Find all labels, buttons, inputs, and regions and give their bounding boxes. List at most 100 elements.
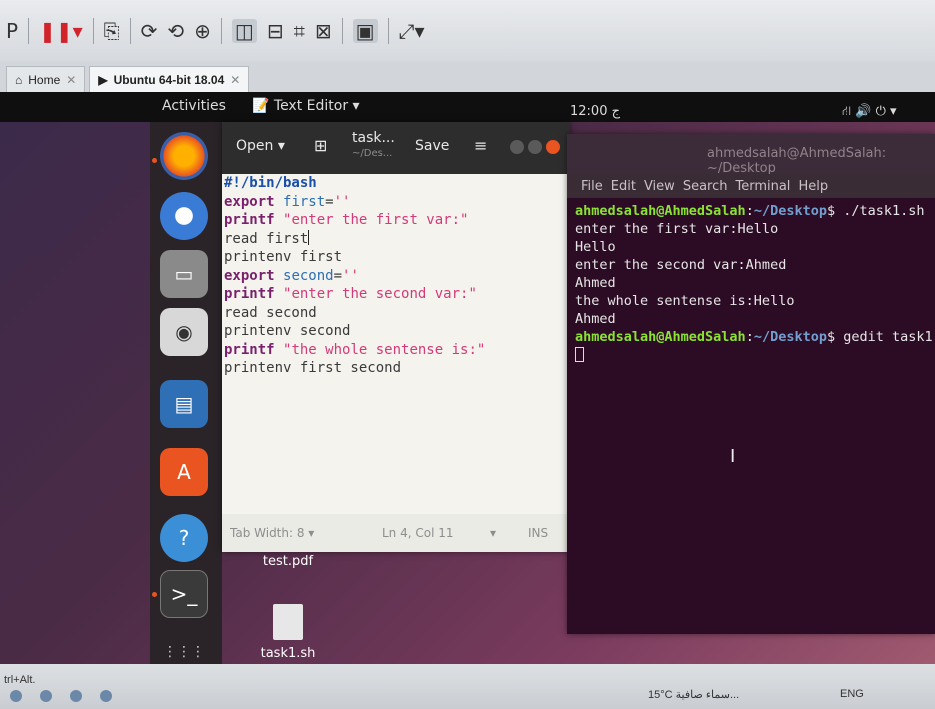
cursor-line [575,346,935,364]
tab-ubuntu-vm[interactable]: ▶ Ubuntu 64-bit 18.04 ✕ [89,66,250,92]
desktop-file-task1-sh[interactable]: task1.sh [243,604,333,661]
desktop-file-test-pdf[interactable]: test.pdf [243,554,333,569]
chevron-down-icon: ▾ [277,138,285,154]
prompt-user: ahmedsalah@AhmedSalah [575,203,746,219]
output-line: Ahmed [575,311,616,327]
minimize-icon[interactable] [510,140,524,154]
code-line: read first [224,229,310,247]
code-editor[interactable]: #!/bin/bash export first='' printf "enter … [222,174,570,514]
system-menu[interactable]: ⛙ 🔊 ⏻ ▾ [842,104,897,121]
file-label: task1.sh [260,646,316,661]
output-line: enter the second var:Ahmed [575,257,787,273]
console-view-icon[interactable]: ▣ [352,19,378,43]
tab-home-label: Home [28,72,61,87]
weather-widget[interactable]: 15°C سماء صافية... [648,688,739,701]
code-line-text: #!/bin/bash [224,175,317,191]
menu-search[interactable]: Search [683,179,728,194]
release-hint: trl+Alt. [4,674,36,686]
send-ctrl-alt-del-icon[interactable]: ⎘ [104,19,120,43]
close-icon[interactable]: ✕ [230,73,240,87]
guest-desktop: Activities 📝 Text Editor ▾ 12:00 ج ⛙ 🔊 ⏻… [0,92,935,664]
terminal-window: ahmedsalah@AhmedSalah: ~/Desktop File Ed… [567,134,935,634]
activities-button[interactable]: Activities [162,98,226,114]
prompt-path: ~/Desktop [753,203,827,219]
pause-icon[interactable]: ❚❚▾ [39,19,83,43]
insert-mode-indicator: INS [528,526,549,540]
open-button[interactable]: Open ▾ [236,138,285,154]
toolbar-divider [28,18,30,44]
home-icon: ⌂ [15,72,23,87]
code-line: #!/bin/bash [224,174,570,193]
vm-tab-strip: ⌂ Home ✕ ▶ Ubuntu 64-bit 18.04 ✕ [0,62,935,92]
stretch-guest-icon[interactable]: ⤢▾ [399,19,425,43]
hamburger-menu-icon[interactable]: ≡ [474,136,487,155]
prompt-path: ~/Desktop [753,329,827,345]
toolbar-divider [341,18,343,44]
running-indicator [152,592,157,597]
revert-snapshot-icon[interactable]: ⟲ [167,19,184,43]
menu-file[interactable]: File [581,179,603,194]
close-icon[interactable] [546,140,560,154]
new-document-icon[interactable]: ⊞ [314,136,327,155]
menu-terminal[interactable]: Terminal [735,179,790,194]
ubuntu-dock: ✉ ▭ ◉ ▤ A ? >_ ⋮⋮⋮ [150,122,222,664]
rhythmbox-icon[interactable]: ◉ [160,308,208,356]
cursor-position[interactable]: Ln 4, Col 11 [382,526,454,540]
close-icon[interactable]: ✕ [66,73,76,87]
language-indicator[interactable]: ENG [840,688,864,700]
text-editor-icon: 📝 [252,98,270,114]
script-file-icon [273,604,303,640]
snapshot-icon[interactable]: ⟳ [141,19,158,43]
document-title: task... [352,130,395,146]
player-menu-icon[interactable]: P [6,19,18,43]
full-screen-icon[interactable]: ⌗ [294,19,305,43]
save-button[interactable]: Save [415,138,449,154]
host-app-icon[interactable] [10,690,22,702]
menu-help[interactable]: Help [798,179,828,194]
maximize-icon[interactable] [528,140,542,154]
menu-view[interactable]: View [644,179,675,194]
volume-icon: 🔊 [855,104,872,119]
power-icon: ⏻ ▾ [875,104,897,119]
show-applications-icon[interactable]: ⋮⋮⋮ [160,628,208,664]
libreoffice-writer-icon[interactable]: ▤ [160,380,208,428]
gedit-headerbar: Open ▾ ⊞ task... ~/Des... Save ≡ [222,122,570,174]
host-app-icon[interactable] [70,690,82,702]
text-caret [308,229,310,245]
gedit-statusbar: Tab Width: 8 ▾ Ln 4, Col 11 ▾ INS [222,514,570,552]
prompt-line: ahmedsalah@AhmedSalah:~/Desktop$ gedit t… [575,328,935,346]
files-icon[interactable]: ▭ [160,250,208,298]
code-line: printenv first second [224,360,402,376]
thumbnail-bar-icon[interactable]: ⊟ [267,19,284,43]
toolbar-divider [220,18,222,44]
app-menu-label: Text Editor ▾ [273,98,360,114]
tab-home[interactable]: ⌂ Home ✕ [6,66,86,92]
code-line: export first='' [224,193,351,210]
tab-width-selector[interactable]: Tab Width: 8 ▾ [230,526,314,540]
terminal-titlebar: ahmedsalah@AhmedSalah: ~/Desktop [567,134,935,176]
unity-icon[interactable]: ⊠ [315,19,332,43]
chevron-down-icon[interactable]: ▾ [490,526,496,540]
file-label: test.pdf [262,554,314,569]
ubuntu-software-icon[interactable]: A [160,448,208,496]
toolbar-divider [387,18,389,44]
network-icon: ⛙ [842,104,852,119]
thunderbird-icon[interactable]: ✉ [160,192,208,240]
menu-edit[interactable]: Edit [611,179,636,194]
terminal-icon[interactable]: >_ [160,570,208,618]
host-app-icon[interactable] [40,690,52,702]
terminal-output[interactable]: ahmedsalah@AhmedSalah:~/Desktop$ ./task1… [575,202,935,364]
help-icon[interactable]: ? [160,514,208,562]
host-app-icon[interactable] [100,690,112,702]
app-menu[interactable]: 📝 Text Editor ▾ [252,98,360,114]
firefox-icon[interactable] [160,132,208,180]
snapshot-manager-icon[interactable]: ⊕ [194,19,211,43]
show-library-icon[interactable]: ◫ [231,19,257,43]
output-line: the whole sentense is:Hello [575,293,795,309]
code-line: read second [224,304,317,321]
window-controls [510,140,560,154]
output-line: Hello [575,239,616,255]
clock[interactable]: 12:00 ج [570,104,620,119]
document-path: ~/Des... [352,148,393,159]
code-line: printf "enter the second var:" [224,286,477,302]
